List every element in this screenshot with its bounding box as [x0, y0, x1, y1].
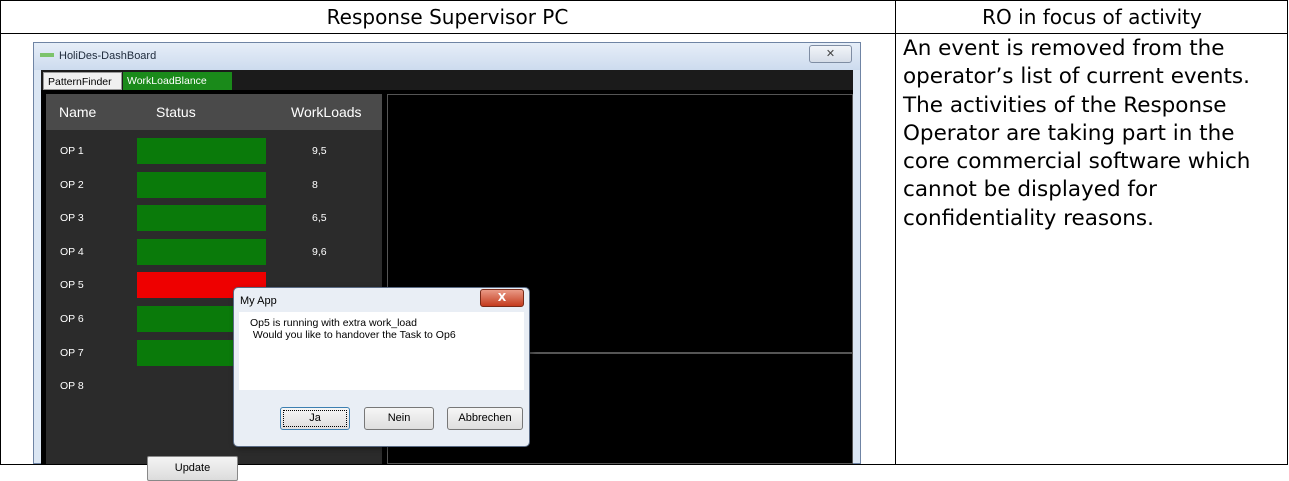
row-name: OP 6 — [60, 313, 84, 325]
header-left: Response Supervisor PC — [326, 5, 569, 29]
window-titlebar[interactable]: HoliDes-DashBoard ✕ — [34, 43, 860, 70]
status-bar-green — [137, 238, 266, 265]
row-name: OP 4 — [60, 245, 84, 258]
row-name: OP 2 — [60, 178, 84, 191]
nein-button[interactable]: Nein — [364, 407, 434, 430]
window-close-button[interactable]: ✕ — [809, 45, 852, 63]
abbrechen-button[interactable]: Abbrechen — [447, 407, 523, 430]
row-workload: 6,5 — [312, 212, 327, 225]
dialog-title: My App — [240, 295, 277, 307]
activity-description: An event is removed from the operator’s … — [903, 36, 1251, 231]
row-name: OP 5 — [60, 279, 84, 292]
tab-patternfinder[interactable]: PatternFinder — [43, 72, 122, 90]
grid-header: Name Status WorkLoads — [46, 94, 382, 130]
row-name: OP 7 — [60, 346, 84, 359]
handover-dialog: My App X Op5 is running with extra work_… — [233, 287, 530, 447]
dialog-message-line-1: Op5 is running with extra work_load — [250, 317, 417, 329]
status-bar-green — [137, 205, 266, 232]
dialog-message-line-2: Would you like to handover the Task to O… — [250, 329, 456, 341]
update-button[interactable]: Update — [147, 456, 238, 481]
row-name: OP 3 — [60, 212, 84, 225]
row-workload: 8 — [312, 178, 318, 191]
status-bar-green — [137, 171, 266, 198]
dialog-message: Op5 is running with extra work_load Woul… — [250, 317, 456, 341]
app-icon — [40, 53, 54, 57]
status-bar-green — [137, 138, 266, 164]
window-title: HoliDes-DashBoard — [59, 50, 157, 62]
row-name: OP 8 — [60, 380, 84, 393]
row-name: OP 1 — [60, 145, 84, 157]
header-right: RO in focus of activity — [982, 5, 1202, 29]
tab-strip: PatternFinder WorkLoadBlance — [41, 70, 853, 90]
column-header-status: Status — [156, 104, 196, 120]
row-workload: 9,5 — [312, 145, 327, 157]
tab-workloadblance[interactable]: WorkLoadBlance — [123, 72, 232, 90]
ja-button[interactable]: Ja — [280, 407, 350, 430]
row-workload: 9,6 — [312, 245, 327, 258]
column-header-name: Name — [59, 104, 97, 120]
table-column-divider — [895, 0, 896, 465]
dialog-close-button[interactable]: X — [480, 289, 524, 307]
column-header-workloads: WorkLoads — [291, 104, 362, 120]
